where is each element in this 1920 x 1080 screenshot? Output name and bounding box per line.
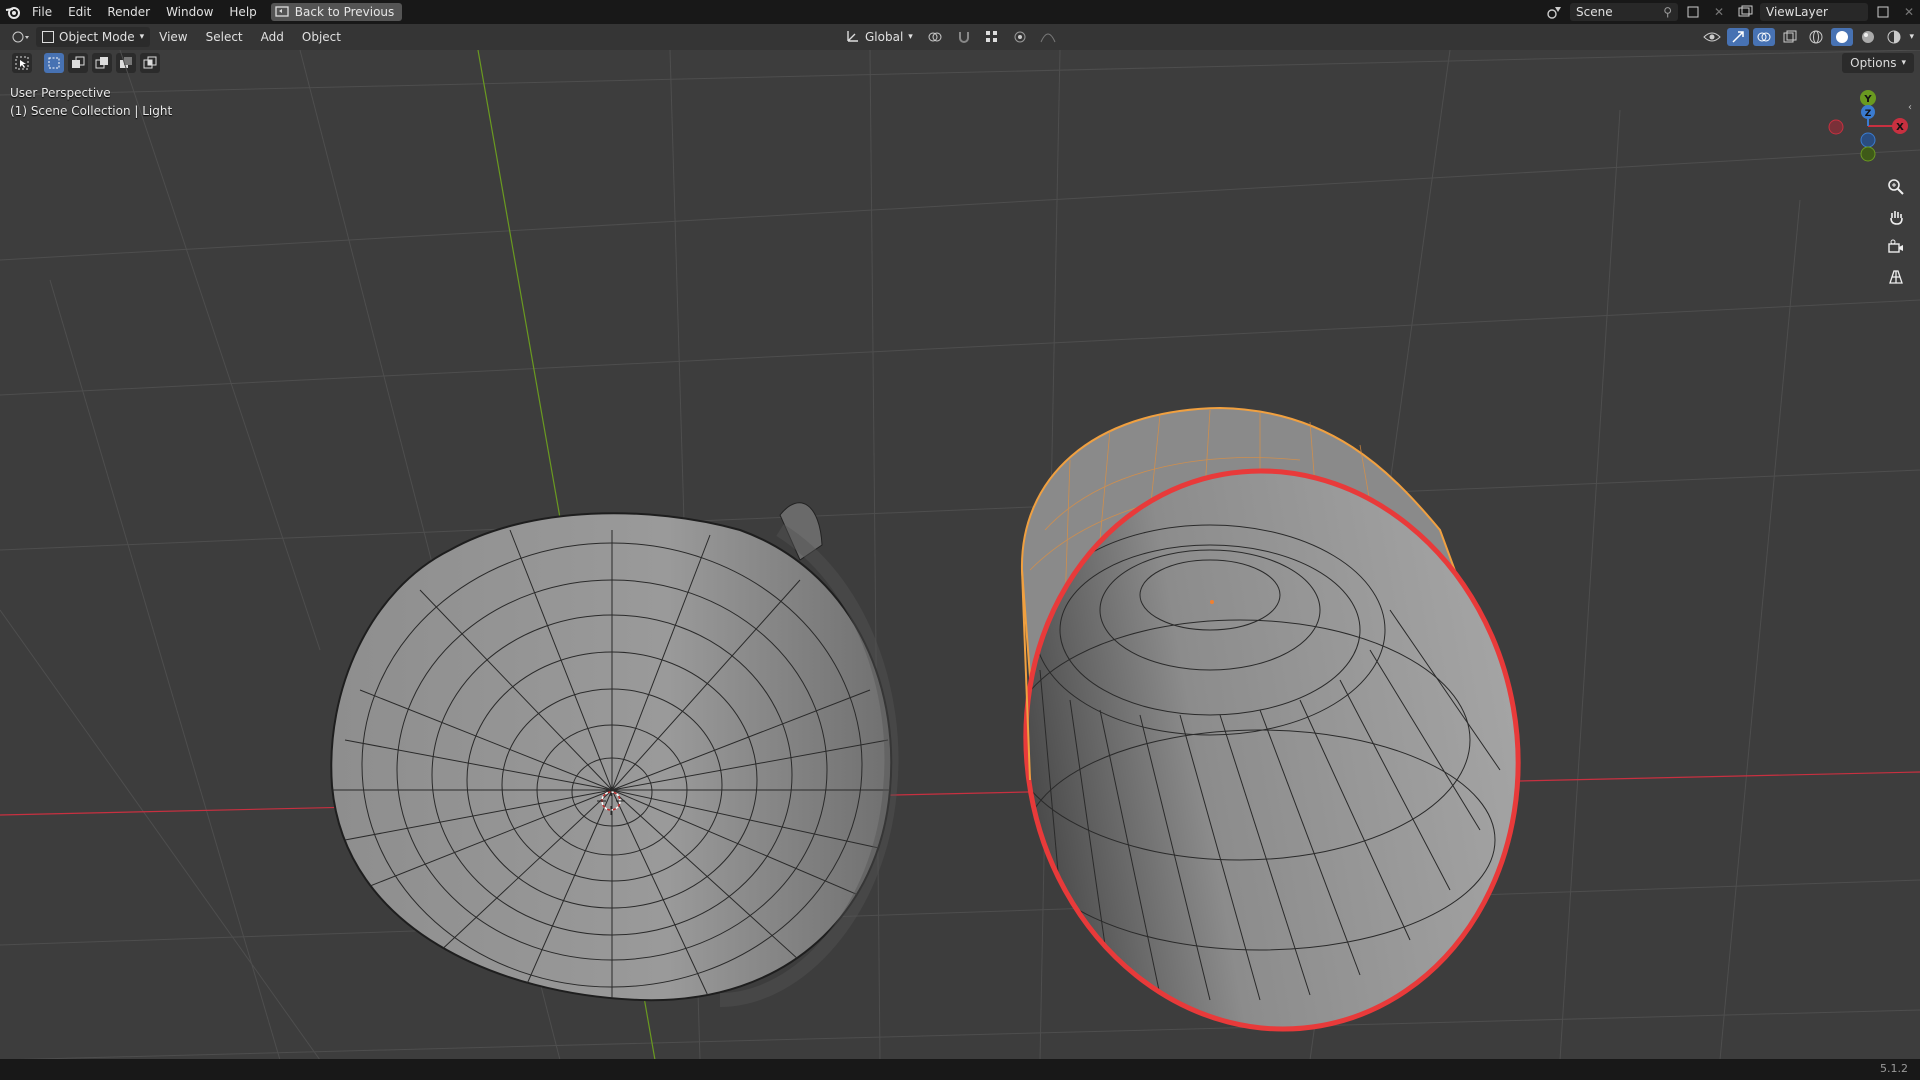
back-to-previous-label: Back to Previous [294,5,395,19]
gizmo-x-label: X [1896,122,1904,133]
scene-name: Scene [1576,5,1613,19]
pivot-point-icon[interactable] [925,28,947,46]
menu-help[interactable]: Help [221,0,264,24]
mug-bottom-view [330,502,899,1007]
floor-grid [0,50,1920,1059]
gizmo-neg-z [1860,132,1876,148]
menu-window[interactable]: Window [158,0,221,24]
back-to-previous-button[interactable]: Back to Previous [270,3,403,21]
gizmo-toggle-icon[interactable] [1727,28,1750,46]
orientation-icon [846,29,860,46]
menu-view[interactable]: View [150,30,196,44]
pan-hand-icon[interactable] [1883,204,1909,230]
gizmo-neg-y [1860,146,1876,162]
object-origin-dot [1210,600,1214,604]
x-axis-line [0,771,1920,816]
visibility-icon[interactable] [1701,28,1723,46]
snap-grid-icon[interactable] [981,28,1003,46]
new-scene-icon[interactable] [1682,3,1704,21]
ortho-grid-icon[interactable] [1883,264,1909,290]
menu-add[interactable]: Add [252,30,293,44]
editor-type-icon[interactable] [10,28,32,46]
scene-field[interactable]: Scene ⚲ [1570,3,1678,21]
mug-selected [1009,406,1521,1032]
view-layer-field[interactable]: ViewLayer [1760,3,1868,21]
pin-icon[interactable]: ⚲ [1663,5,1672,19]
version-label: 5.1.2 [1880,1062,1908,1075]
proportional-editing-icon[interactable] [1009,28,1031,46]
transform-tools: Global ▾ [836,24,1059,50]
chevron-down-icon[interactable]: ▾ [1909,32,1914,42]
delete-scene-icon[interactable]: ✕ [1708,3,1730,21]
blender-logo-icon[interactable] [2,3,24,21]
material-preview-icon[interactable] [1857,28,1879,46]
chevron-down-icon: ▾ [139,32,145,42]
orientation-selector[interactable]: Global ▾ [840,27,919,47]
falloff-curve-icon[interactable] [1037,28,1059,46]
top-bar: File Edit Render Window Help Back to Pre… [0,0,1920,24]
view-layer-name: ViewLayer [1766,5,1828,19]
menu-render[interactable]: Render [99,0,158,24]
xray-toggle-icon[interactable] [1779,28,1801,46]
gizmo-neg-x [1828,119,1844,135]
orientation-label: Global [865,30,904,44]
camera-view-icon[interactable] [1883,234,1909,260]
mode-selector[interactable]: Object Mode ▾ [36,27,151,47]
snap-magnet-icon[interactable] [953,28,975,46]
menu-file[interactable]: File [24,0,60,24]
wireframe-shading-icon[interactable] [1805,28,1827,46]
menu-object[interactable]: Object [293,30,350,44]
status-bar: 5.1.2 [0,1059,1920,1080]
scene-icon[interactable] [1544,3,1566,21]
viewport-3d[interactable] [0,50,1920,1059]
active-collection-label: (1) Scene Collection | Light [10,104,173,118]
view-layer-icon[interactable] [1734,3,1756,21]
object-mode-icon [42,31,54,43]
menu-select[interactable]: Select [197,30,252,44]
menu-edit[interactable]: Edit [60,0,99,24]
view-perspective-label: User Perspective [10,86,111,100]
navigation-gizmo[interactable]: X Y Z [1810,86,1910,166]
screen-icon [275,6,289,17]
gizmo-z-label: Z [1865,109,1872,119]
workspace-selectors: Scene ⚲ ✕ ViewLayer ✕ [1544,0,1920,24]
chevron-down-icon: ▾ [908,32,913,42]
rendered-shading-icon[interactable] [1883,28,1905,46]
gizmo-x-axis: X [1892,118,1908,134]
mode-label: Object Mode [59,30,135,44]
new-view-layer-icon[interactable] [1872,3,1894,21]
sidebar-toggle-icon[interactable]: ‹ [1908,102,1912,113]
overlays-toggle-icon[interactable] [1753,28,1776,46]
delete-view-layer-icon[interactable]: ✕ [1898,3,1920,21]
gizmo-y-label: Y [1863,94,1872,105]
gizmo-z-axis: Z [1861,105,1875,119]
zoom-icon[interactable] [1883,174,1909,200]
gizmo-y-axis: Y [1860,90,1876,106]
viewport-display-tools: ▾ [1701,24,1914,50]
solid-shading-icon[interactable] [1831,28,1854,46]
